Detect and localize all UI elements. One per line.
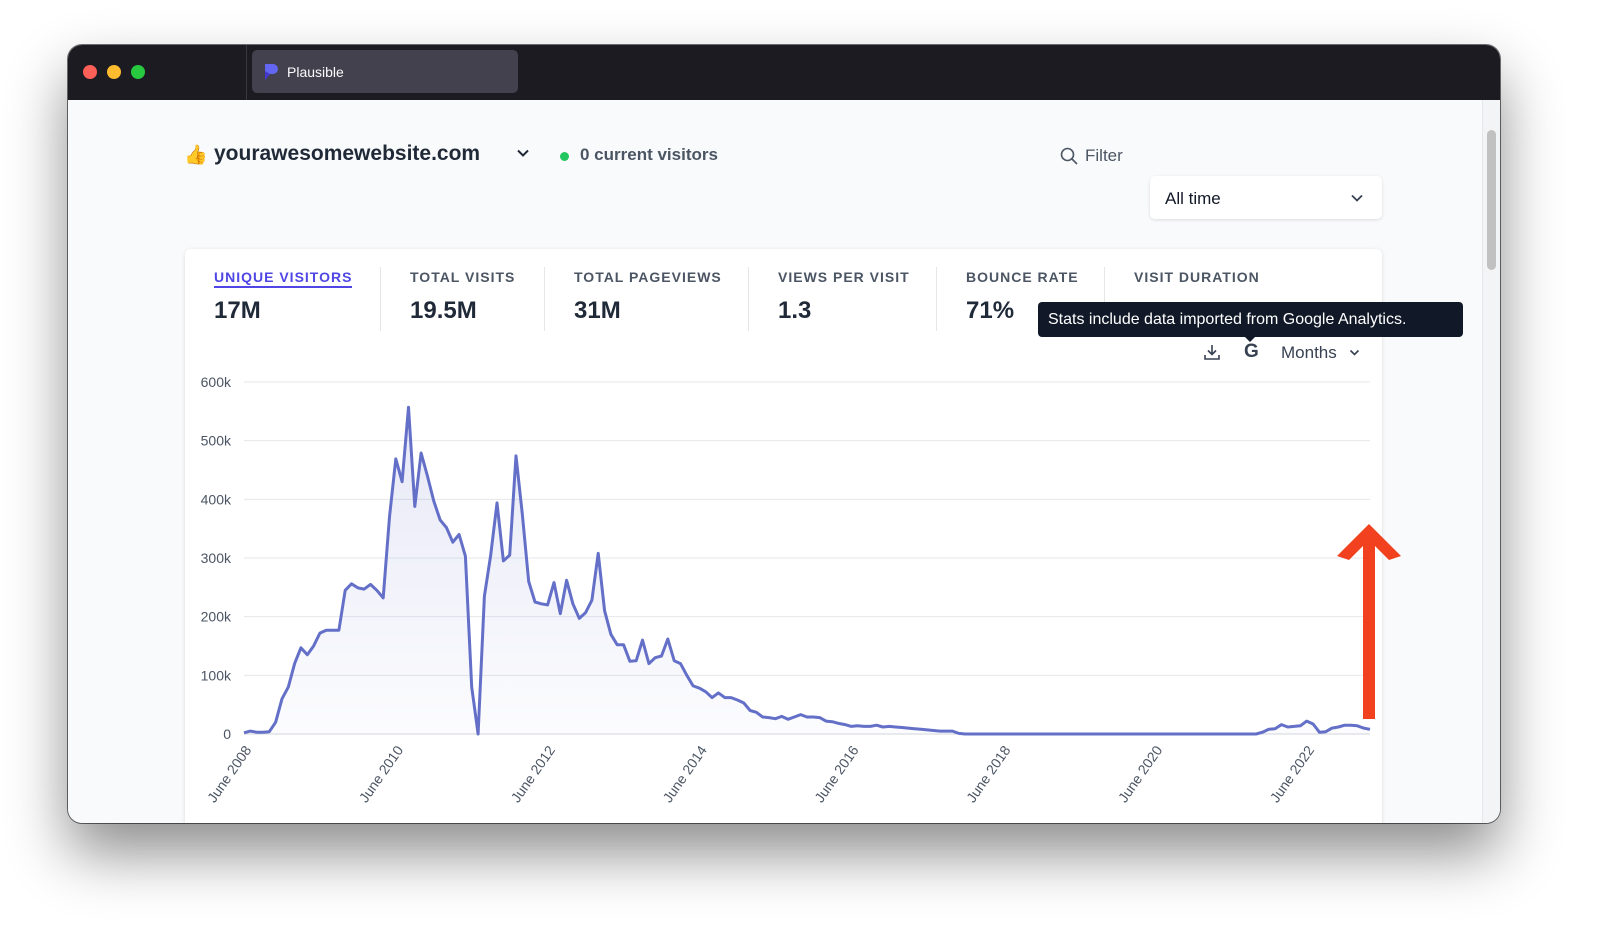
scrollbar[interactable] — [1482, 100, 1500, 823]
chevron-down-icon — [1351, 194, 1363, 202]
minimize-window-button[interactable] — [107, 65, 121, 79]
titlebar-divider — [246, 45, 247, 100]
plausible-logo-icon — [265, 64, 278, 80]
x-tick-label: June 2008 — [204, 742, 255, 805]
x-tick-label: June 2010 — [356, 742, 407, 805]
browser-window: Plausible 👍 yourawesomewebsite.com 0 cur… — [68, 45, 1500, 823]
browser-titlebar: Plausible — [68, 45, 1500, 100]
imported-data-tooltip: Stats include data imported from Google … — [1038, 302, 1463, 337]
google-analytics-import-icon[interactable]: G — [1244, 341, 1259, 363]
y-tick-label: 200k — [201, 609, 232, 625]
period-label: All time — [1165, 189, 1221, 208]
x-tick-label: June 2016 — [811, 742, 862, 805]
thumbs-up-icon: 👍 — [184, 145, 208, 166]
interval-picker[interactable]: Months — [1281, 342, 1371, 364]
x-tick-label: June 2020 — [1115, 742, 1166, 805]
close-window-button[interactable] — [83, 65, 97, 79]
y-tick-label: 0 — [223, 726, 231, 742]
site-switcher[interactable]: yourawesomewebsite.com — [214, 142, 480, 166]
maximize-window-button[interactable] — [131, 65, 145, 79]
live-indicator-dot — [560, 152, 569, 161]
period-select[interactable]: All time — [1150, 176, 1382, 219]
x-tick-label: June 2022 — [1267, 742, 1318, 805]
search-icon — [1060, 147, 1078, 165]
filter-button[interactable]: Filter — [1060, 142, 1140, 168]
y-tick-label: 100k — [201, 667, 232, 683]
page-content: 👍 yourawesomewebsite.com 0 current visit… — [68, 100, 1500, 823]
annotation-arrow — [1337, 524, 1401, 719]
y-tick-label: 500k — [201, 433, 232, 449]
y-tick-label: 300k — [201, 550, 232, 566]
chevron-down-icon[interactable] — [516, 146, 530, 160]
browser-tab[interactable]: Plausible — [252, 50, 518, 93]
y-tick-label: 600k — [201, 374, 232, 390]
stats-card: UNIQUE VISITORS 17M TOTAL VISITS 19.5M T… — [185, 249, 1463, 823]
chevron-down-icon — [1349, 349, 1360, 356]
current-visitors-link[interactable]: 0 current visitors — [580, 145, 718, 165]
download-icon[interactable] — [1203, 343, 1221, 361]
tab-title: Plausible — [287, 64, 344, 80]
y-tick-label: 400k — [201, 491, 232, 507]
scrollbar-thumb[interactable] — [1487, 130, 1496, 270]
interval-label: Months — [1281, 343, 1337, 362]
x-tick-label: June 2012 — [507, 742, 558, 805]
x-tick-label: June 2014 — [659, 742, 710, 805]
site-header: 👍 yourawesomewebsite.com 0 current visit… — [184, 140, 1384, 170]
filter-label: Filter — [1085, 146, 1123, 165]
x-tick-label: June 2018 — [963, 742, 1014, 805]
